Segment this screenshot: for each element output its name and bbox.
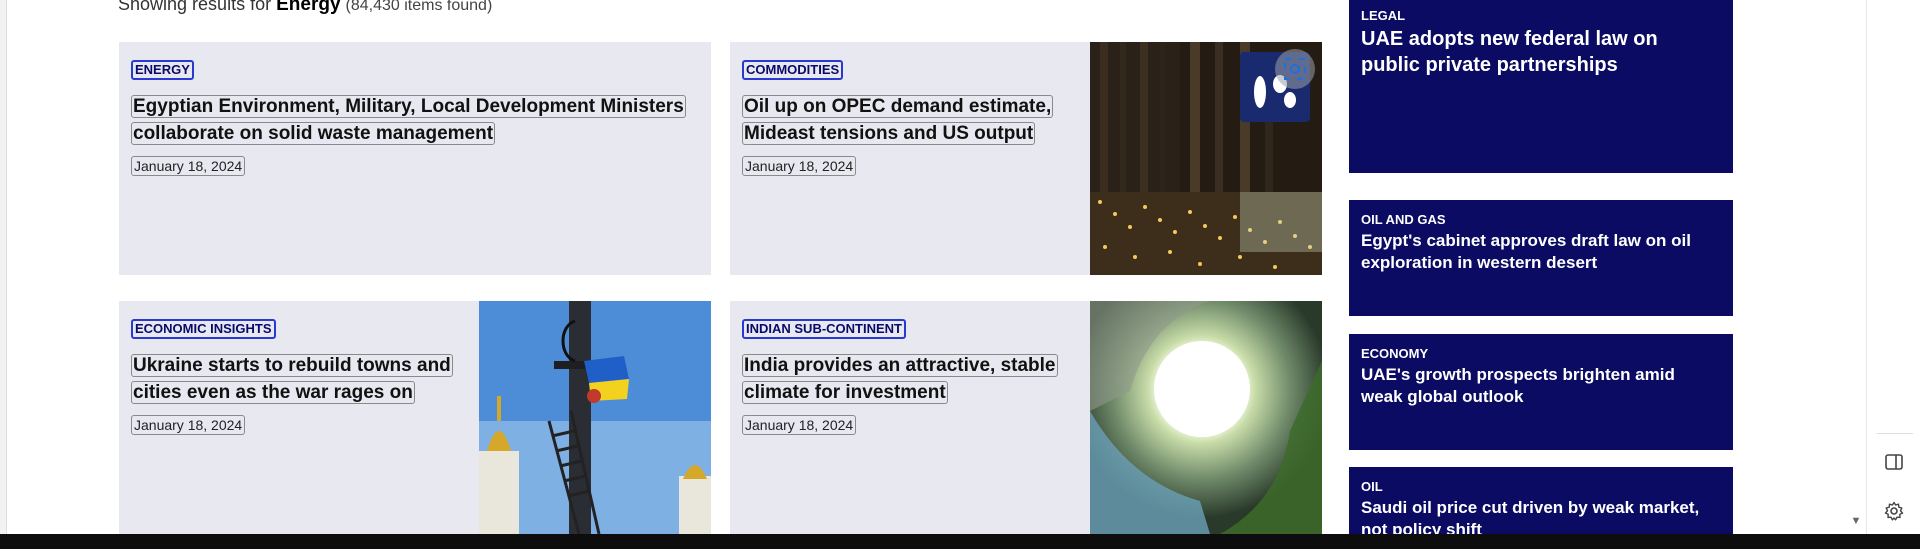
- article-title[interactable]: Ukraine starts to rebuild towns and citi…: [131, 352, 471, 406]
- ukraine-flag-image[interactable]: [479, 301, 711, 534]
- article-title-link[interactable]: India provides an attractive, stable cli…: [742, 354, 1058, 404]
- sidebar-title[interactable]: Saudi oil price cut driven by weak marke…: [1361, 497, 1719, 534]
- article-card-ukraine[interactable]: ECONOMIC INSIGHTS Ukraine starts to rebu…: [119, 301, 711, 534]
- settings-gear-icon[interactable]: [1884, 501, 1904, 521]
- article-title-link[interactable]: Oil up on OPEC demand estimate, Mideast …: [742, 95, 1054, 145]
- article-category-tag[interactable]: COMMODITIES: [742, 60, 844, 80]
- article-card-egypt-waste[interactable]: ENERGY Egyptian Environment, Military, L…: [119, 42, 711, 275]
- sidebar-category[interactable]: LEGAL: [1361, 8, 1405, 23]
- opec-building-illustration: [1090, 42, 1322, 275]
- article-card-india[interactable]: INDIAN SUB-CONTINENT India provides an a…: [730, 301, 1322, 534]
- ukraine-flag-illustration: [479, 301, 711, 534]
- article-title[interactable]: Egyptian Environment, Military, Local De…: [131, 93, 691, 147]
- results-prefix: Showing results for: [118, 0, 272, 14]
- article-title[interactable]: Oil up on OPEC demand estimate, Mideast …: [742, 93, 1082, 147]
- article-category-tag[interactable]: INDIAN SUB-CONTINENT: [742, 319, 906, 339]
- article-date: January 18, 2024: [131, 415, 246, 435]
- opec-building-image[interactable]: [1090, 42, 1322, 275]
- sidebar-category[interactable]: OIL AND GAS: [1361, 212, 1446, 227]
- bottom-black-bar: [0, 534, 1920, 549]
- results-summary: Showing results for Energy (84,430 items…: [118, 0, 492, 16]
- article-date: January 18, 2024: [742, 156, 857, 176]
- article-date: January 18, 2024: [131, 156, 246, 176]
- article-title-link[interactable]: Ukraine starts to rebuild towns and citi…: [131, 354, 453, 404]
- scroll-down-arrow-icon[interactable]: ▼: [1849, 515, 1863, 527]
- left-gutter: [0, 0, 7, 534]
- sidebar-title[interactable]: UAE's growth prospects brighten amid wea…: [1361, 364, 1719, 408]
- city-tunnel-illustration: [1090, 301, 1322, 534]
- results-keyword: Energy: [276, 0, 341, 15]
- sidebar-article-oil-gas[interactable]: OIL AND GAS Egypt's cabinet approves dra…: [1349, 200, 1733, 316]
- sidebar-article-legal[interactable]: LEGAL UAE adopts new federal law on publ…: [1349, 0, 1733, 173]
- sidebar-title[interactable]: UAE adopts new federal law on public pri…: [1361, 26, 1719, 78]
- article-date: January 18, 2024: [742, 415, 857, 435]
- sidebar-article-oil[interactable]: OIL Saudi oil price cut driven by weak m…: [1349, 467, 1733, 534]
- rail-divider: [1877, 433, 1913, 434]
- article-title-link[interactable]: Egyptian Environment, Military, Local De…: [131, 95, 686, 145]
- sidebar-article-economy[interactable]: ECONOMY UAE's growth prospects brighten …: [1349, 334, 1733, 450]
- article-category-tag[interactable]: ECONOMIC INSIGHTS: [131, 319, 276, 339]
- search-results-page: Showing results for Energy (84,430 items…: [0, 0, 1866, 534]
- article-category-tag[interactable]: ENERGY: [131, 60, 194, 80]
- sidebar-title[interactable]: Egypt's cabinet approves draft law on oi…: [1361, 230, 1719, 274]
- visual-search-icon[interactable]: [1275, 49, 1315, 89]
- browser-side-rail: [1866, 0, 1920, 534]
- sidebar-category[interactable]: ECONOMY: [1361, 346, 1428, 361]
- article-card-opec[interactable]: COMMODITIES Oil up on OPEC demand estima…: [730, 42, 1322, 275]
- sidebar-category[interactable]: OIL: [1361, 479, 1383, 494]
- sidebar-panel-icon[interactable]: [1884, 452, 1904, 472]
- city-tunnel-image[interactable]: [1090, 301, 1322, 534]
- results-count: (84,430 items found): [345, 0, 493, 14]
- article-title[interactable]: India provides an attractive, stable cli…: [742, 352, 1082, 406]
